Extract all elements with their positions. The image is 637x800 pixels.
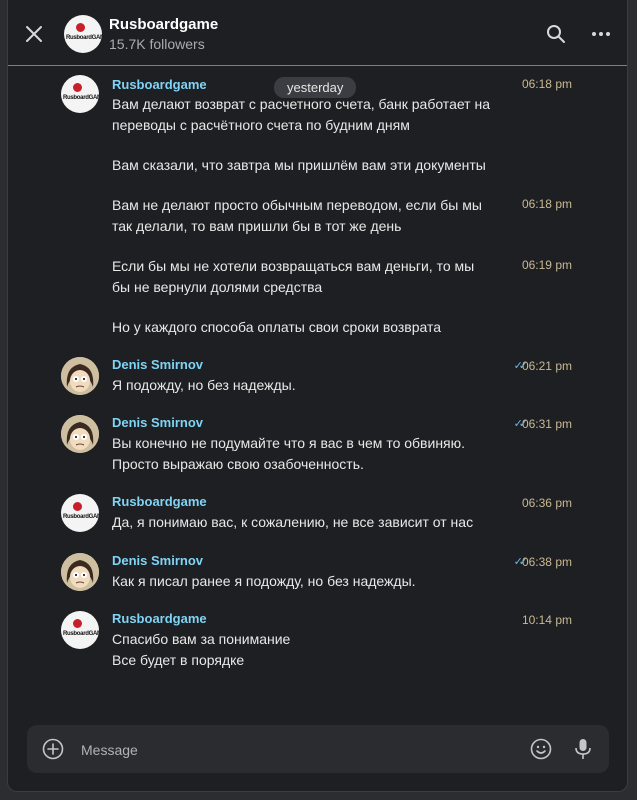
message-text: Но у каждого способа оплаты свои сроки в…: [112, 319, 442, 335]
logo-dot: [73, 83, 82, 92]
logo-text: RusboardGAME: [63, 631, 99, 637]
message-input[interactable]: [79, 737, 463, 763]
followers-count: 15.7K followers: [109, 36, 205, 52]
message-text: Вам не делают просто обычным переводом, …: [112, 197, 482, 213]
message-time: 06:18 pm: [521, 77, 572, 91]
sender-avatar[interactable]: [61, 553, 99, 591]
message-time: 06:21 pm: [521, 359, 572, 373]
message-text: так делали, то вам пришли бы в тот же де…: [112, 218, 402, 234]
message-text: Просто выражаю свою озабоченность.: [112, 456, 364, 472]
message-text: Вы конечно не подумайте что я вас в чем …: [112, 435, 466, 451]
channel-avatar[interactable]: RusboardGAME: [64, 15, 102, 53]
message-composer: [27, 725, 609, 773]
user-avatar-icon: [61, 553, 99, 591]
channel-title[interactable]: Rusboardgame: [109, 16, 218, 33]
sender-avatar[interactable]: RusboardGAME: [61, 75, 99, 113]
search-icon[interactable]: [546, 24, 566, 44]
message-time: 06:36 pm: [521, 496, 572, 510]
sender-name[interactable]: Denis Smirnov: [112, 357, 203, 372]
message-text: Вам сказали, что завтра мы пришлём вам э…: [112, 157, 486, 173]
sender-name[interactable]: Denis Smirnov: [112, 553, 203, 568]
emoji-icon[interactable]: [530, 738, 552, 760]
message-time: 10:14 pm: [521, 613, 572, 627]
message-time: 06:31 pm: [521, 417, 572, 431]
chat-header: RusboardGAME Rusboardgame 15.7K follower…: [8, 0, 627, 66]
sender-avatar[interactable]: RusboardGAME: [61, 611, 99, 649]
message-text: Вам делают возврат с расчетного счета, б…: [112, 96, 490, 112]
sender-name[interactable]: Denis Smirnov: [112, 415, 203, 430]
logo-text: RusboardGAME: [63, 95, 99, 101]
add-attachment-icon[interactable]: [42, 738, 64, 760]
date-separator: yesterday: [274, 77, 357, 98]
logo-text: RusboardGAME: [63, 514, 99, 520]
message-text: Да, я понимаю вас, к сожалению, не все з…: [112, 514, 474, 530]
message-text: Спасибо вам за понимание: [112, 631, 291, 647]
sender-name[interactable]: Rusboardgame: [112, 494, 207, 509]
microphone-icon[interactable]: [573, 738, 593, 760]
logo-text: RusboardGAME: [66, 35, 102, 41]
chat-window: RusboardGAME Rusboardgame 15.7K follower…: [7, 0, 628, 792]
message-text: Если бы мы не хотели возвращаться вам де…: [112, 258, 475, 274]
more-options-icon[interactable]: [591, 30, 611, 38]
message-time: 06:19 pm: [521, 258, 572, 272]
user-avatar-icon: [61, 357, 99, 395]
message-text: Все будет в порядке: [112, 652, 245, 668]
sender-avatar[interactable]: [61, 357, 99, 395]
message-time: 06:18 pm: [521, 197, 572, 211]
sender-name[interactable]: Rusboardgame: [112, 611, 207, 626]
message-text: переводы с расчётного счета по будним дн…: [112, 117, 410, 133]
logo-dot: [73, 619, 82, 628]
sender-avatar[interactable]: [61, 415, 99, 453]
message-text: Я подожду, но без надежды.: [112, 377, 296, 393]
message-text: Как я писал ранее я подожду, но без наде…: [112, 573, 416, 589]
logo-dot: [73, 502, 82, 511]
close-icon[interactable]: [24, 24, 44, 44]
sender-name[interactable]: Rusboardgame: [112, 77, 207, 92]
message-time: 06:38 pm: [521, 555, 572, 569]
sender-avatar[interactable]: RusboardGAME: [61, 494, 99, 532]
message-text: бы не вернули долями средства: [112, 279, 323, 295]
user-avatar-icon: [61, 415, 99, 453]
logo-dot: [76, 23, 85, 32]
